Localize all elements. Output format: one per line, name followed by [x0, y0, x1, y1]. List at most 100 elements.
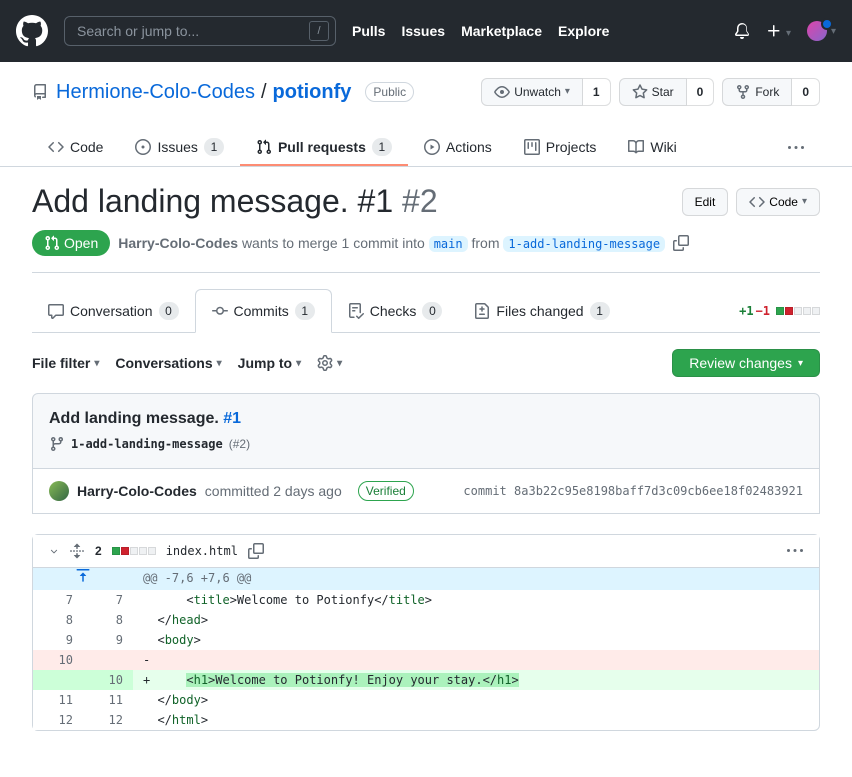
file-options[interactable] [787, 543, 803, 559]
fork-count[interactable]: 0 [792, 78, 820, 106]
fork-icon [735, 84, 751, 100]
tab-projects[interactable]: Projects [508, 131, 613, 165]
chevron-down-icon [49, 546, 59, 556]
repo-nav: Code Issues 1 Pull requests 1 Actions Pr… [32, 130, 820, 166]
code-dropdown[interactable]: Code ▾ [736, 188, 820, 216]
search-input[interactable]: Search or jump to... / [64, 16, 336, 46]
diff-row: 99 <body> [33, 630, 819, 650]
nav-explore[interactable]: Explore [558, 23, 609, 39]
old-line-num[interactable]: 12 [33, 710, 83, 730]
fork-button[interactable]: Fork 0 [722, 78, 820, 106]
global-header: Search or jump to... / Pulls Issues Mark… [0, 0, 852, 62]
hunk-header: @@ -7,6 +7,6 @@ [33, 568, 819, 590]
pr-tabs: Conversation 0 Commits 1 Checks 0 Files … [32, 289, 820, 333]
commit-header: Add landing message. #1 1-add-landing-me… [32, 393, 820, 469]
github-logo[interactable] [16, 15, 48, 47]
commit-issue-link[interactable]: #1 [223, 410, 241, 427]
project-icon [524, 139, 540, 155]
repo-header: Hermione-Colo-Codes / potionfy Public Un… [0, 62, 852, 167]
commit-author[interactable]: Harry-Colo-Codes [77, 483, 197, 499]
commit-avatar[interactable] [49, 481, 69, 501]
expand-up-icon[interactable] [33, 568, 133, 590]
file-change-count: 2 [95, 544, 102, 558]
code-line: - [133, 650, 819, 670]
collapse-toggle[interactable] [49, 546, 59, 556]
tab-commits[interactable]: Commits 1 [195, 289, 332, 333]
star-count[interactable]: 0 [687, 78, 715, 106]
repo-owner-link[interactable]: Hermione-Colo-Codes [56, 81, 255, 104]
expand-icon[interactable] [69, 543, 85, 559]
pr-icon [256, 139, 272, 155]
diff-row: 88 </head> [33, 610, 819, 630]
visibility-badge: Public [365, 82, 414, 102]
commit-time: committed 2 days ago [205, 483, 342, 499]
jump-to-dropdown[interactable]: Jump to ▾ [238, 355, 301, 371]
issue-icon [135, 139, 151, 155]
tab-wiki[interactable]: Wiki [612, 131, 692, 165]
nav-marketplace[interactable]: Marketplace [461, 23, 542, 39]
new-line-num[interactable]: 9 [83, 630, 133, 650]
code-icon [749, 194, 765, 210]
new-line-num[interactable]: 11 [83, 690, 133, 710]
old-line-num[interactable]: 7 [33, 590, 83, 610]
repo-name-link[interactable]: potionfy [273, 81, 352, 104]
file-name[interactable]: index.html [166, 544, 238, 558]
kebab-icon [787, 543, 803, 559]
pulls-count: 1 [372, 138, 392, 156]
new-line-num[interactable]: 12 [83, 710, 133, 730]
review-changes-button[interactable]: Review changes ▾ [672, 349, 820, 377]
diff-row: 10 - [33, 650, 819, 670]
old-line-num[interactable] [33, 670, 83, 690]
tab-actions[interactable]: Actions [408, 131, 508, 165]
pr-author[interactable]: Harry-Colo-Codes [118, 235, 238, 251]
new-line-num[interactable]: 8 [83, 610, 133, 630]
watch-count[interactable]: 1 [583, 78, 611, 106]
notifications-icon[interactable] [734, 23, 750, 39]
copy-path-icon[interactable] [248, 543, 264, 559]
tab-conversation[interactable]: Conversation 0 [32, 290, 195, 332]
user-avatar[interactable]: ▾ [807, 21, 836, 41]
head-branch[interactable]: 1-add-landing-message [503, 236, 665, 252]
nav-pulls[interactable]: Pulls [352, 23, 385, 39]
repo-icon [32, 84, 48, 100]
tab-pull-requests[interactable]: Pull requests 1 [240, 130, 408, 166]
new-line-num[interactable]: 7 [83, 590, 133, 610]
base-branch[interactable]: main [429, 236, 468, 252]
diff-table: @@ -7,6 +7,6 @@ 77 <title>Welcome to Pot… [33, 568, 819, 730]
repo-nav-more[interactable] [772, 132, 820, 164]
new-line-num[interactable] [83, 650, 133, 670]
code-line: + <h1>Welcome to Potionfy! Enjoy your st… [133, 670, 819, 690]
old-line-num[interactable]: 11 [33, 690, 83, 710]
diff-row: 1111 </body> [33, 690, 819, 710]
tab-issues[interactable]: Issues 1 [119, 130, 239, 166]
code-icon [48, 139, 64, 155]
commit-branch-name[interactable]: 1-add-landing-message [71, 437, 223, 451]
nav-issues[interactable]: Issues [401, 23, 445, 39]
commits-toolbar: File filter ▾ Conversations ▾ Jump to ▾ … [32, 349, 820, 377]
diff-row: 10+ <h1>Welcome to Potionfy! Enjoy your … [33, 670, 819, 690]
code-line: <title>Welcome to Potionfy</title> [133, 590, 819, 610]
new-line-num[interactable]: 10 [83, 670, 133, 690]
search-slash-hint: / [309, 21, 329, 41]
code-line: </html> [133, 710, 819, 730]
tab-checks[interactable]: Checks 0 [332, 290, 459, 332]
tab-files-changed[interactable]: Files changed 1 [458, 290, 625, 332]
pr-merge-description: Harry-Colo-Codes wants to merge 1 commit… [118, 235, 665, 251]
verified-badge[interactable]: Verified [358, 481, 414, 501]
tab-code[interactable]: Code [32, 131, 119, 165]
star-icon [632, 84, 648, 100]
copy-icon[interactable] [673, 235, 689, 251]
global-nav: Pulls Issues Marketplace Explore [352, 23, 609, 39]
old-line-num[interactable]: 9 [33, 630, 83, 650]
file-diffstat [112, 547, 156, 555]
file-filter-dropdown[interactable]: File filter ▾ [32, 355, 99, 371]
create-new-dropdown[interactable]: ▾ [766, 23, 791, 39]
conversations-dropdown[interactable]: Conversations ▾ [115, 355, 221, 371]
old-line-num[interactable]: 10 [33, 650, 83, 670]
pr-icon [44, 235, 60, 251]
old-line-num[interactable]: 8 [33, 610, 83, 630]
star-button[interactable]: Star 0 [619, 78, 715, 106]
edit-button[interactable]: Edit [682, 188, 729, 216]
settings-dropdown[interactable]: ▾ [317, 355, 342, 371]
watch-button[interactable]: Unwatch ▾ 1 [481, 78, 610, 106]
